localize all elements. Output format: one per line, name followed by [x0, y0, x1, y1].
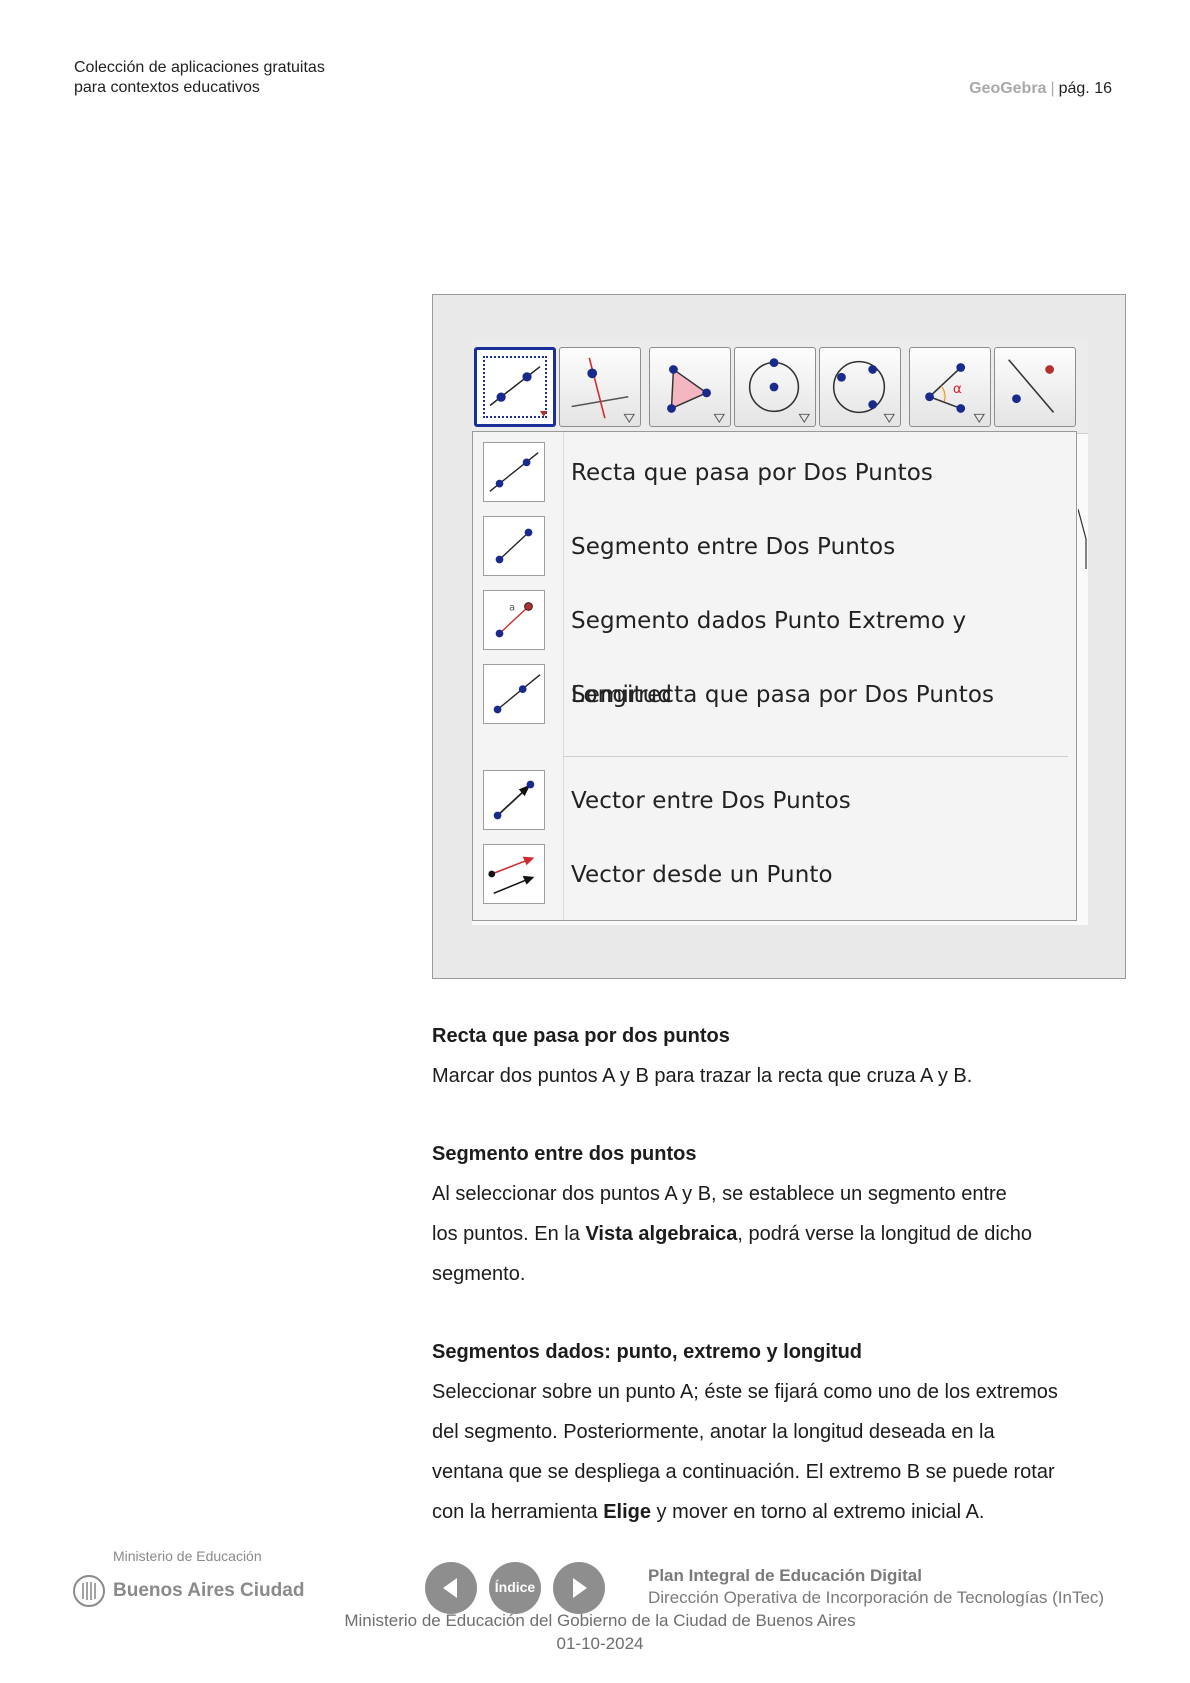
city-logo-text: Buenos Aires Ciudad: [113, 1580, 305, 1601]
vector-icon: [483, 770, 545, 830]
svg-text:a: a: [509, 602, 515, 613]
section-title-recta: Recta que pasa por dos puntos: [432, 1025, 730, 1047]
section-text-segmento-2: los puntos. En la Vista algebraica, podr…: [432, 1214, 1132, 1254]
elige-term: Elige: [603, 1501, 651, 1523]
section-text-dados-1: Seleccionar sobre un punto A; éste se fi…: [432, 1381, 1058, 1403]
menu-item-segmento-longitud[interactable]: a Segmento dados Punto Extremo y Longitu…: [473, 584, 1073, 708]
index-label: Índice: [494, 1579, 536, 1595]
line-icon: [483, 442, 545, 502]
line-through-two-points-icon[interactable]: [474, 347, 556, 427]
vista-algebraica-term: Vista algebraica: [585, 1223, 738, 1245]
previous-page-button[interactable]: [425, 1562, 477, 1614]
index-button[interactable]: Índice: [489, 1562, 541, 1614]
government-text: Ministerio de Educación del Gobierno de …: [344, 1611, 856, 1630]
text-run: y mover en torno al extremo inicial A.: [651, 1501, 985, 1523]
tool-dropdown-menu: Recta que pasa por Dos Puntos Segmento e…: [472, 431, 1077, 921]
menu-item-vector-desde-punto[interactable]: Vector desde un Punto: [473, 838, 1073, 912]
document-date: 01-10-2024: [556, 1634, 644, 1653]
menu-item-label: Segmento entre Dos Puntos: [571, 534, 896, 560]
text-run: los puntos. En la: [432, 1223, 586, 1245]
geogebra-window: α Recta que pasa por Dos Puntos Segmento…: [472, 339, 1088, 925]
polygon-icon[interactable]: [649, 347, 731, 427]
section-title-segmento: Segmento entre dos puntos: [432, 1143, 697, 1165]
svg-text:α: α: [953, 381, 962, 397]
text-run: , podrá verse la longitud de dicho: [737, 1223, 1033, 1245]
menu-item-label: Recta que pasa por Dos Puntos: [571, 460, 933, 486]
menu-item-vector[interactable]: Vector entre Dos Puntos: [473, 764, 1073, 838]
city-seal-icon: [73, 1575, 105, 1607]
arrow-right-icon: [573, 1578, 587, 1598]
ray-icon: [483, 664, 545, 724]
header-page-info: GeoGebra | pág. 16: [969, 80, 1112, 98]
reflect-icon[interactable]: [994, 347, 1076, 427]
section-text-segmento-3: segmento.: [432, 1263, 526, 1285]
circle-three-points-icon[interactable]: [819, 347, 901, 427]
header-line-1: Colección de aplicaciones gratuitas: [74, 59, 325, 76]
menu-item-label: Semirrecta que pasa por Dos Puntos: [571, 682, 995, 708]
section-text-dados-3: ventana que se despliega a continuación.…: [432, 1461, 1055, 1483]
section-text-recta: Marcar dos puntos A y B para trazar la r…: [432, 1065, 973, 1087]
content-body: Recta que pasa por dos puntos Marcar dos…: [432, 1016, 1132, 1532]
segment-fixed-length-icon: a: [483, 590, 545, 650]
angle-icon[interactable]: α: [909, 347, 991, 427]
page-number: pág. 16: [1058, 80, 1112, 97]
section-text-dados-2: del segmento. Posteriormente, anotar la …: [432, 1421, 995, 1443]
geogebra-screenshot: α Recta que pasa por Dos Puntos Segmento…: [432, 294, 1126, 979]
app-name: GeoGebra: [969, 80, 1047, 97]
ministry-label: Ministerio de Educación: [113, 1548, 262, 1564]
canvas-curve-fragment: [1078, 509, 1087, 569]
arrow-left-icon: [443, 1578, 457, 1598]
perpendicular-line-icon[interactable]: [559, 347, 641, 427]
menu-item-segmento[interactable]: Segmento entre Dos Puntos: [473, 510, 1073, 584]
header-collection: Colección de aplicaciones gratuitas para…: [74, 58, 325, 98]
plan-title: Plan Integral de Educación Digital: [648, 1566, 922, 1585]
next-page-button[interactable]: [553, 1562, 605, 1614]
section-text-dados-4: con la herramienta Elige y mover en torn…: [432, 1492, 1132, 1532]
menu-item-label: Vector desde un Punto: [571, 862, 833, 888]
direccion-text: Dirección Operativa de Incorporación de …: [648, 1588, 1105, 1607]
menu-item-label: Vector entre Dos Puntos: [571, 788, 851, 814]
header-separator: |: [1050, 80, 1055, 97]
segment-icon: [483, 516, 545, 576]
section-text-segmento-1: Al seleccionar dos puntos A y B, se esta…: [432, 1183, 1007, 1205]
text-run: con la herramienta: [432, 1501, 604, 1523]
menu-item-recta[interactable]: Recta que pasa por Dos Puntos: [473, 436, 1073, 510]
section-title-segmentos-dados: Segmentos dados: punto, extremo y longit…: [432, 1341, 863, 1363]
vector-from-point-icon: [483, 844, 545, 904]
header-line-2: para contextos educativos: [74, 79, 260, 96]
circle-center-point-icon[interactable]: [734, 347, 816, 427]
toolbar: α: [472, 339, 1088, 434]
menu-item-semirrecta[interactable]: Semirrecta que pasa por Dos Puntos: [473, 658, 1073, 732]
